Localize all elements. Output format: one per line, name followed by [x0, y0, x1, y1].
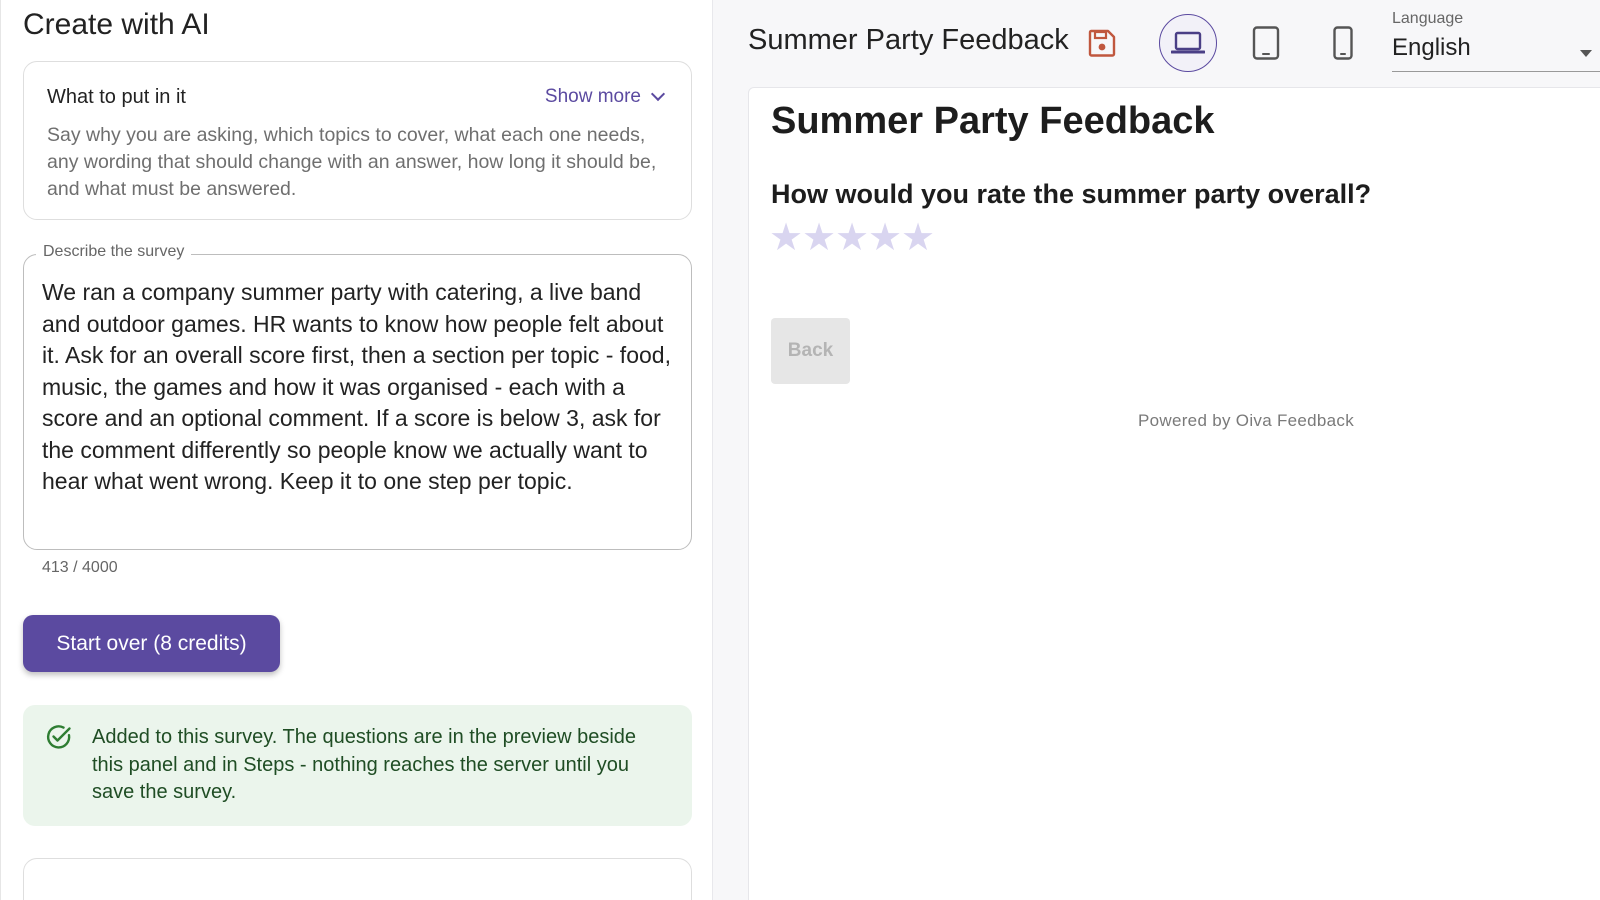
tips-card: What to put in it Show more Say why you … [23, 61, 692, 220]
show-more-label: Show more [544, 86, 641, 107]
language-value: English [1392, 34, 1471, 61]
caret-down-icon [1580, 50, 1592, 57]
star-rating[interactable]: ★ ★ ★ ★ ★ [769, 216, 935, 260]
describe-survey-input[interactable]: We ran a company summer party with cater… [42, 277, 682, 532]
question-text: How would you rate the summer party over… [771, 179, 1372, 209]
laptop-icon [1171, 31, 1205, 54]
powered-by: Powered by Oiva Feedback [1138, 411, 1355, 430]
phone-icon [1333, 26, 1353, 60]
device-mobile-button[interactable] [1314, 14, 1372, 72]
device-tablet-button[interactable] [1237, 14, 1295, 72]
ai-create-panel: Create with AI What to put in it Show mo… [0, 0, 712, 900]
success-message: Added to this survey. The questions are … [92, 726, 637, 803]
star-icon[interactable]: ★ [835, 216, 869, 260]
star-icon[interactable]: ★ [868, 216, 902, 260]
star-icon[interactable]: ★ [901, 216, 935, 260]
tips-heading: What to put in it [47, 86, 186, 108]
success-alert: Added to this survey. The questions are … [23, 705, 692, 826]
star-icon[interactable]: ★ [769, 216, 803, 260]
survey-preview-frame: Summer Party Feedback How would you rate… [748, 87, 1600, 900]
check-circle-icon [46, 725, 71, 749]
describe-survey-field: Describe the survey We ran a company sum… [23, 243, 692, 550]
back-button[interactable]: Back [771, 318, 850, 384]
show-more-toggle[interactable]: Show more [544, 86, 666, 108]
chevron-down-icon [650, 86, 666, 102]
tablet-icon [1252, 26, 1280, 60]
start-over-button[interactable]: Start over (8 credits) [23, 615, 280, 672]
save-icon[interactable] [1087, 28, 1117, 58]
survey-title: Summer Party Feedback [771, 100, 1215, 142]
tips-body: Say why you are asking, which topics to … [47, 124, 657, 200]
describe-survey-label: Describe the survey [36, 243, 192, 261]
preview-panel: Summer Party Feedback Language English S… [712, 0, 1600, 900]
language-label: Language [1392, 10, 1464, 27]
panel-title: Create with AI [23, 8, 210, 41]
character-count: 413 / 4000 [42, 559, 118, 576]
language-select[interactable]: Language English [1392, 10, 1600, 72]
star-icon[interactable]: ★ [802, 216, 836, 260]
device-desktop-button[interactable] [1159, 14, 1217, 72]
preview-survey-name: Summer Party Feedback [748, 24, 1069, 56]
next-section-card [23, 858, 692, 900]
